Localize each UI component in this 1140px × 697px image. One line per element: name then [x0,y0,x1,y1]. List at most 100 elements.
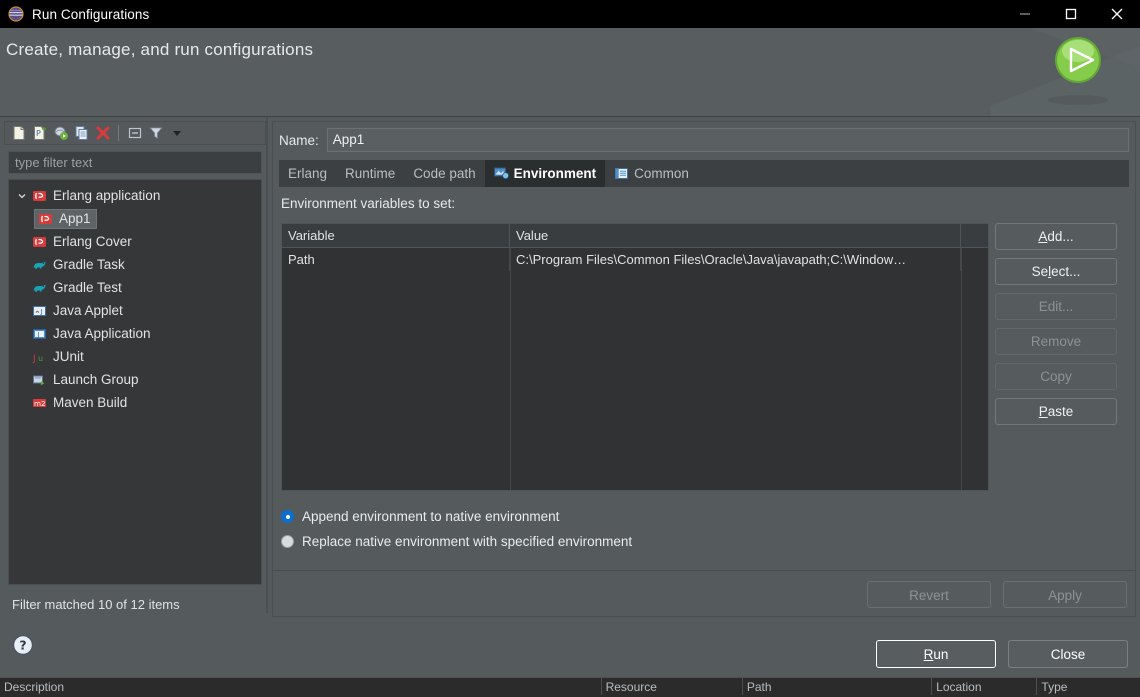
close-button[interactable]: Close [1008,640,1128,668]
revert-apply-buttons: Revert Apply [867,581,1127,608]
paste-button[interactable]: Paste [995,398,1117,425]
radio-append-environment[interactable]: Append environment to native environment [281,504,632,529]
tree-item-maven-build[interactable]: m2 Maven Build [9,391,261,414]
column-header-spacer [961,224,988,248]
tree-item-app1[interactable]: App1 [9,207,261,230]
duplicate-configuration-icon[interactable] [71,123,92,143]
launch-group-icon [31,372,47,388]
tree-item-java-application[interactable]: J Java Application [9,322,261,345]
revert-button[interactable]: Revert [867,581,991,608]
column-header-variable[interactable]: Variable [282,224,510,248]
filter-icon[interactable] [145,123,166,143]
erlang-icon [31,234,47,250]
tree-item-gradle-test[interactable]: Gradle Test [9,276,261,299]
table-row[interactable]: Path C:\Program Files\Common Files\Oracl… [282,248,988,271]
tree-item-label: Launch Group [53,372,139,387]
cell-variable: Path [282,248,510,271]
svg-text:m2: m2 [34,399,46,408]
tree-item-java-applet[interactable]: J Java Applet [9,299,261,322]
dialog-body: P type filter text Erlang application Ap… [0,117,1140,622]
toolbar-separator [118,125,119,141]
tree-item-label: App1 [59,211,91,226]
tree-item-erlang-cover[interactable]: Erlang Cover [9,230,261,253]
collapse-all-icon[interactable] [124,123,145,143]
erlang-icon [31,188,47,204]
column-grid-line [510,248,511,490]
tree-item-label: Erlang Cover [53,234,132,249]
name-input[interactable]: App1 [326,128,1129,152]
environment-variables-table[interactable]: Variable Value Path C:\Program Files\Com… [281,223,989,491]
background-column-description: Description [4,680,65,694]
radio-unselected-icon [281,535,294,548]
dialog-header: Create, manage, and run configurations [0,28,1140,117]
tree-item-junit[interactable]: J u JUnit [9,345,261,368]
apply-button[interactable]: Apply [1003,581,1127,608]
tree-item-label: JUnit [53,349,84,364]
run-play-icon [1055,37,1101,83]
svg-text:P: P [36,129,41,138]
radio-label: Replace native environment with specifie… [302,534,633,549]
cell-spacer [961,248,988,271]
gradle-icon [31,257,47,273]
erlang-icon [37,211,53,227]
tree-item-label: Java Applet [53,303,123,318]
background-column-location: Location [931,677,1036,695]
select-button[interactable]: Select... [995,258,1117,285]
svg-text:J: J [39,307,42,315]
tab-code-path[interactable]: Code path [404,160,484,187]
common-icon [614,167,629,181]
svg-text:J: J [36,330,39,338]
configurations-panel: P type filter text Erlang application Ap… [4,121,266,617]
minimize-icon[interactable] [1002,0,1048,28]
tab-common[interactable]: Common [605,160,698,187]
close-icon[interactable] [1094,0,1140,28]
configuration-tabs: Erlang Runtime Code path Environment Com… [279,160,1129,187]
name-label: Name: [279,132,319,148]
page-title: Create, manage, and run configurations [6,40,314,59]
background-problems-table-header: Description Resource Path Location Type [0,677,1140,695]
panel-separator [273,570,1135,571]
junit-icon: J u [31,349,47,365]
column-header-value[interactable]: Value [510,224,961,248]
edit-button[interactable]: Edit... [995,293,1117,320]
panel-divider[interactable] [266,117,268,613]
filter-status-label: Filter matched 10 of 12 items [12,597,180,612]
view-menu-icon[interactable] [166,123,187,143]
background-column-path: Path [741,677,931,695]
add-button[interactable]: Add... [995,223,1117,250]
maven-icon: m2 [31,395,47,411]
tree-item-label: Java Application [53,326,151,341]
new-configuration-icon[interactable] [8,123,29,143]
tab-erlang[interactable]: Erlang [279,160,336,187]
tree-toolbar: P [4,121,266,145]
tree-item-erlang-application[interactable]: Erlang application [9,184,261,207]
radio-replace-environment[interactable]: Replace native environment with specifie… [281,529,632,554]
table-header-row: Variable Value [282,224,988,248]
tree-item-launch-group[interactable]: Launch Group [9,368,261,391]
chevron-down-icon[interactable] [15,184,29,207]
window-title: Run Configurations [32,6,150,22]
radio-selected-icon [281,510,294,523]
tab-label: Code path [413,166,476,181]
tree-item-gradle-task[interactable]: Gradle Task [9,253,261,276]
erlang-eclipse-icon [8,6,24,22]
copy-button[interactable]: Copy [995,363,1117,390]
configurations-tree[interactable]: Erlang application App1 Erlang Cover Gra… [8,179,262,585]
tab-environment[interactable]: Environment [484,160,606,187]
delete-configuration-icon[interactable] [92,123,113,143]
remove-button[interactable]: Remove [995,328,1117,355]
svg-text:J: J [32,354,36,364]
background-column-resource: Resource [600,677,742,695]
run-button[interactable]: Run [876,640,996,668]
export-configuration-icon[interactable] [50,123,71,143]
tree-item-label: Gradle Task [53,257,125,272]
filter-input[interactable]: type filter text [8,151,262,174]
maximize-icon[interactable] [1048,0,1094,28]
tab-label: Common [634,166,689,181]
tab-runtime[interactable]: Runtime [336,160,404,187]
svg-text:u: u [38,354,43,363]
help-icon[interactable]: ? [12,634,34,656]
tab-label: Erlang [288,166,328,181]
new-prototype-icon[interactable]: P [29,123,50,143]
tab-label: Environment [513,166,597,181]
